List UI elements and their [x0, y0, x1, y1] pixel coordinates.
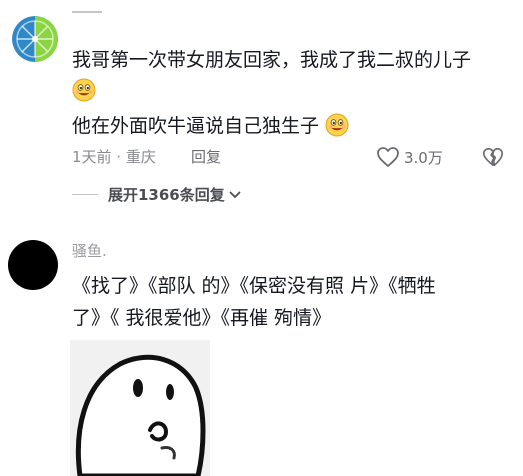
expand-replies-button[interactable]: 展开1366条回复: [108, 184, 241, 205]
chevron-down-icon: [229, 191, 241, 198]
heart-outline-icon: [377, 147, 399, 167]
comment-text-line-2: 了》《 我很爱他》《再催 殉情》: [72, 307, 332, 329]
smile-emoji-icon: [72, 78, 96, 102]
like-count: 3.0万: [404, 148, 443, 167]
avatar[interactable]: [12, 16, 58, 62]
author-name-redacted[interactable]: [72, 11, 102, 13]
expand-replies-label: 展开1366条回复: [108, 186, 225, 204]
smile-emoji-icon: [325, 113, 349, 137]
ghost-sticker[interactable]: [70, 340, 210, 476]
comment-text-line-1: 《找了》《部队 的》《保密没有照 片》《牺牲: [72, 275, 436, 297]
like-button[interactable]: 3.0万: [376, 144, 443, 170]
comment-text-line-2: 他在外面吹牛逼说自己独生子: [72, 113, 349, 139]
comment-text-line-2-text: 他在外面吹牛逼说自己独生子: [72, 115, 320, 137]
author-name[interactable]: 骚鱼.: [72, 240, 107, 261]
lime-slice-avatar-icon: [12, 16, 58, 62]
reply-button[interactable]: 回复: [191, 146, 221, 167]
expand-divider: [72, 194, 98, 195]
broken-heart-icon[interactable]: [482, 146, 504, 168]
comment-meta: 1天前 · 重庆: [72, 148, 156, 166]
ghost-sticker-image: [70, 340, 210, 476]
avatar[interactable]: [8, 240, 58, 290]
comment-text-line-1: 我哥第一次带女朋友回家，我成了我二叔的儿子: [72, 49, 472, 71]
